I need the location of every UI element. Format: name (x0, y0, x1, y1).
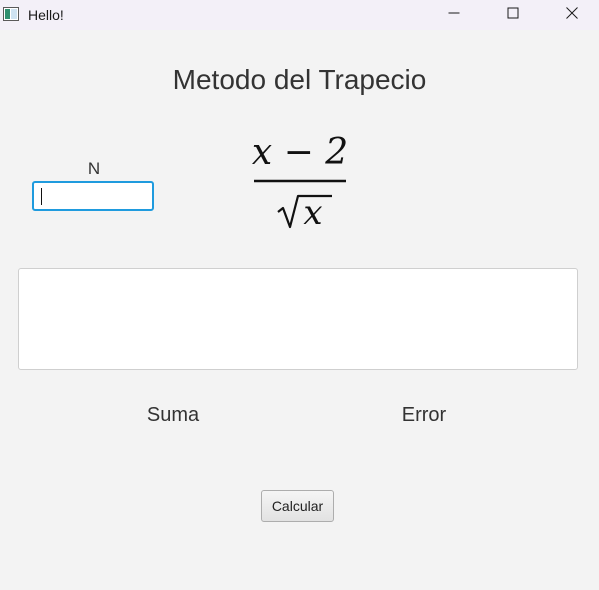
result-textarea[interactable] (18, 268, 578, 370)
maximize-icon (507, 6, 519, 24)
minimize-button[interactable] (431, 0, 477, 30)
error-label: Error (401, 404, 447, 426)
n-label: N (87, 159, 101, 178)
app-window: Hello! Metodo del Trapecio N x − 2 x Sum… (0, 0, 599, 590)
text-caret (41, 188, 42, 205)
title-bar[interactable]: Hello! (0, 0, 599, 30)
close-icon (566, 6, 578, 24)
formula-numerator: x − 2 (252, 132, 348, 173)
window-title: Hello! (28, 7, 64, 23)
suma-label: Suma (146, 404, 200, 426)
close-button[interactable] (549, 0, 595, 30)
maximize-button[interactable] (490, 0, 536, 30)
formula-image: x − 2 x (240, 126, 360, 236)
formula-denominator-var: x (303, 193, 322, 233)
app-window-icon (3, 7, 19, 21)
page-title: Metodo del Trapecio (172, 64, 427, 95)
minimize-icon (448, 6, 460, 24)
n-input[interactable] (32, 181, 154, 211)
calcular-button[interactable]: Calcular (261, 490, 334, 522)
